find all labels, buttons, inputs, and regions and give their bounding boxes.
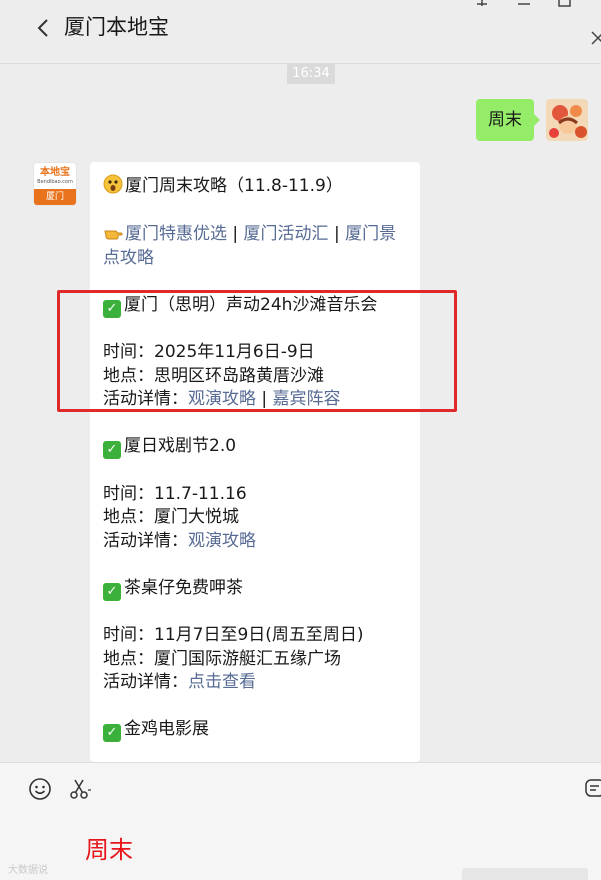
close-icon[interactable] — [590, 30, 601, 50]
shocked-face-icon — [103, 174, 123, 194]
watermark: 大数据说 — [8, 865, 48, 876]
event-title: 金鸡电影展 — [124, 719, 209, 739]
event-title: 茶桌仔免费呷茶 — [124, 577, 243, 598]
event-title-line: ✓ 厦门（思明）声动24h沙滩音乐会 — [103, 294, 408, 318]
event-link[interactable]: 观演攻略 — [188, 389, 256, 409]
emoji-icon[interactable] — [28, 777, 52, 801]
nav-separator: | — [227, 224, 244, 244]
event-place: 地点：厦门大悦城 — [103, 507, 239, 527]
event-title-line: ✓ 金鸡电影展 — [103, 718, 408, 742]
event-title: 厦门（思明）声动24h沙滩音乐会 — [124, 294, 378, 315]
my-message-row: 周末 — [476, 98, 588, 142]
nav-link-activities[interactable]: 厦门活动汇 — [244, 224, 329, 244]
official-account-avatar[interactable]: 本地宝 Bendibao.com 厦门 — [33, 162, 77, 206]
avatar-url: Bendibao.com — [37, 178, 73, 185]
event-time: 时间：2025年11月6日-9日 — [103, 342, 315, 362]
check-mark-icon: ✓ — [103, 582, 121, 601]
event-detail-line: 活动详情：观演攻略 | 嘉宾阵容 — [103, 388, 408, 412]
back-arrow-icon[interactable] — [33, 14, 53, 42]
chat-title: 厦门本地宝 — [64, 15, 169, 39]
article-heading: 厦门周末攻略（11.8-11.9） — [125, 176, 343, 196]
event-link[interactable]: 点击查看 — [188, 672, 256, 692]
check-mark-icon: ✓ — [103, 299, 121, 318]
check-mark-icon: ✓ — [103, 724, 121, 742]
incoming-message-bubble: 厦门周末攻略（11.8-11.9） 厦门特惠优选 | 厦门活动汇 | 厦门景点攻… — [90, 162, 420, 762]
nav-link-deals[interactable]: 厦门特惠优选 — [125, 224, 227, 244]
event-time: 时间：11.7-11.16 — [103, 483, 247, 504]
nav-links-line: 厦门特惠优选 | 厦门活动汇 | 厦门景点攻略 — [103, 222, 408, 270]
detail-label: 活动详情： — [103, 672, 188, 692]
maximize-icon[interactable] — [555, 0, 575, 14]
event-link[interactable]: 嘉宾阵容 — [273, 389, 341, 409]
event-detail-line: 活动详情：点击查看 — [103, 671, 408, 695]
event-detail-line: 活动详情：观演攻略 — [103, 530, 408, 554]
minimize-icon[interactable] — [514, 0, 534, 14]
event-place: 地点：思明区环岛路黄厝沙滩 — [103, 365, 324, 386]
my-message-bubble[interactable]: 周末 — [476, 99, 540, 141]
avatar-brand: 本地宝 — [40, 166, 70, 178]
nav-separator: | — [328, 224, 346, 244]
send-button[interactable] — [462, 868, 588, 880]
event-title: 厦日戏剧节2.0 — [124, 436, 237, 456]
avatar-city: 厦门 — [34, 189, 76, 205]
chat-header: 厦门本地宝 — [0, 0, 601, 64]
detail-label: 活动详情： — [103, 530, 188, 551]
pin-icon[interactable] — [472, 0, 492, 14]
event-title-line: ✓ 厦日戏剧节2.0 — [103, 435, 408, 459]
event-link[interactable]: 观演攻略 — [188, 531, 256, 551]
event-title-line: ✓ 茶桌仔免费呷茶 — [103, 577, 408, 601]
message-input[interactable]: 周末 — [85, 830, 133, 865]
link-separator: | — [256, 389, 273, 409]
scissors-icon[interactable] — [68, 777, 92, 801]
article-heading-line: 厦门周末攻略（11.8-11.9） — [103, 174, 408, 199]
event-time: 时间：11月7日至9日(周五至周日) — [103, 625, 364, 645]
event-place: 地点：厦门国际游艇汇五缘广场 — [103, 648, 341, 669]
my-avatar[interactable] — [546, 99, 588, 141]
detail-label: 活动详情： — [103, 389, 188, 409]
check-mark-icon: ✓ — [103, 441, 121, 459]
chat-history-icon[interactable] — [584, 777, 601, 801]
message-timestamp: 16:34 — [287, 64, 335, 84]
input-area: 周末 大数据说 — [0, 762, 601, 880]
pointing-hand-icon — [103, 222, 123, 242]
